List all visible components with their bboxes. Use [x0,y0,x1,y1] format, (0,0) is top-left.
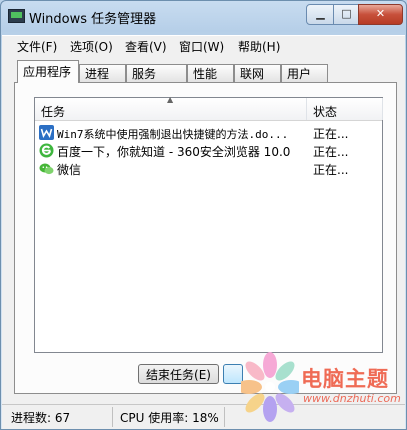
menu-window[interactable]: 窗口(W) [179,38,224,55]
menu-help[interactable]: 帮助(H) [238,38,280,55]
word-document-icon [39,125,54,140]
menu-file[interactable]: 文件(F) [17,38,57,55]
column-divider [382,98,383,120]
watermark: 电脑主题 www.dnzhuti.com [233,347,403,429]
maximize-button[interactable]: □ [333,4,360,25]
tab-processes[interactable]: 进程 [79,64,126,82]
minimize-icon: ▁ [316,7,325,20]
table-row[interactable]: 百度一下，你就知道 - 360安全浏览器 10.0 正在... [35,141,382,159]
title-bar[interactable]: Windows 任务管理器 ▁ □ ✕ [1,1,406,31]
task-manager-window: Windows 任务管理器 ▁ □ ✕ 文件(F) 选项(O) 查看(V) 窗口… [0,0,407,430]
flower-logo-icon [241,352,299,422]
status-divider [112,407,113,427]
task-status: 正在... [313,163,349,177]
watermark-url: www.dnzhuti.com [303,392,401,405]
tab-networking[interactable]: 联网 [234,64,281,82]
menu-view[interactable]: 查看(V) [125,38,167,55]
column-divider[interactable] [306,98,307,120]
watermark-brand: 电脑主题 [301,367,389,391]
column-header-task[interactable]: 任务 [41,103,65,120]
360-browser-icon [39,143,54,158]
menu-bar: 文件(F) 选项(O) 查看(V) 窗口(W) 帮助(H) [2,35,405,56]
tab-services[interactable]: 服务 [126,64,187,82]
list-header: ▲ 任务 状态 [35,95,383,121]
tab-applications[interactable]: 应用程序 [17,60,79,83]
process-count: 进程数: 67 [11,411,71,425]
status-divider [224,407,225,427]
task-status: 正在... [313,127,349,141]
task-name: 百度一下，你就知道 - 360安全浏览器 10.0 [57,145,291,159]
task-name: 微信 [57,163,82,177]
table-row[interactable]: Win7系统中使用强制退出快捷键的方法.do... 正在... [35,123,382,141]
task-manager-icon [8,9,25,23]
sort-ascending-icon: ▲ [167,95,174,104]
menu-options[interactable]: 选项(O) [70,38,113,55]
cpu-usage: CPU 使用率: 18% [120,411,219,425]
close-icon: ✕ [375,7,386,20]
wechat-icon [39,163,54,175]
tab-users[interactable]: 用户 [281,64,328,82]
window-title: Windows 任务管理器 [29,12,157,27]
minimize-button[interactable]: ▁ [306,4,335,25]
task-name: Win7系统中使用强制退出快捷键的方法.do... [57,128,289,141]
end-task-button[interactable]: 结束任务(E) [138,364,219,384]
table-row[interactable]: 微信 正在... [35,159,382,177]
task-list[interactable]: ▲ 任务 状态 Win7系统中使用强制退出快捷键的方法.do... 正在... [34,95,383,353]
tab-performance[interactable]: 性能 [187,64,234,82]
task-status: 正在... [313,145,349,159]
maximize-icon: □ [341,7,352,20]
column-header-status[interactable]: 状态 [313,103,337,120]
close-button[interactable]: ✕ [358,4,403,25]
